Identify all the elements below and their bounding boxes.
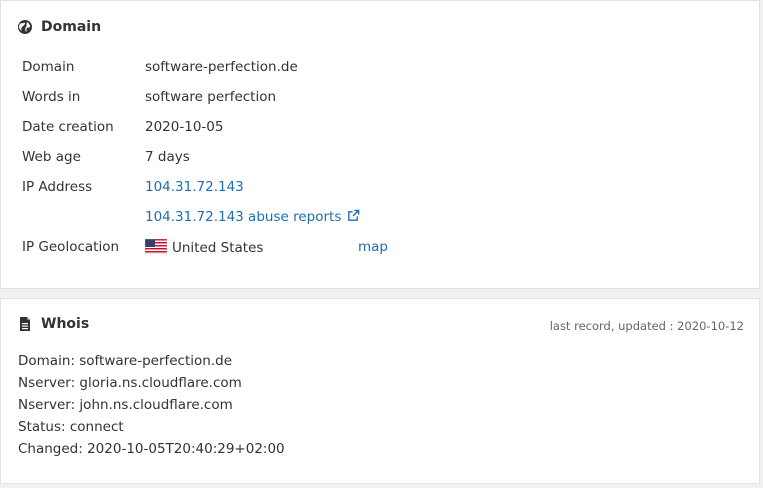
info-row-domain: Domain software-perfection.de <box>22 59 722 89</box>
whois-updated-text: last record, updated : 2020-10-12 <box>549 319 744 333</box>
geolocation-country: United States <box>172 240 264 256</box>
map-link[interactable]: map <box>358 239 388 255</box>
info-row-geolocation: IP Geolocation United States map <box>22 239 722 269</box>
us-flag-icon <box>145 239 167 254</box>
whois-panel-header: Whois <box>17 316 89 332</box>
document-icon <box>17 316 33 332</box>
info-row-web-age: Web age 7 days <box>22 149 722 179</box>
domain-panel-header: Domain <box>17 19 101 35</box>
words-value: software perfection <box>145 89 277 105</box>
whois-line-domain: Domain: software-perfection.de <box>18 353 233 369</box>
whois-panel-title: Whois <box>41 316 90 332</box>
geolocation-value-wrap: United States <box>145 239 263 256</box>
info-row-ip-address: IP Address 104.31.72.143 <box>22 179 722 209</box>
words-label: Words in <box>22 89 81 105</box>
date-creation-label: Date creation <box>22 119 114 135</box>
domain-value: software-perfection.de <box>145 59 298 75</box>
whois-record: Domain: software-perfection.de Nserver: … <box>18 353 285 463</box>
domain-label: Domain <box>22 59 75 75</box>
ip-address-link[interactable]: 104.31.72.143 <box>145 179 244 195</box>
domain-info-table: Domain software-perfection.de Words in s… <box>22 59 722 269</box>
info-row-words: Words in software perfection <box>22 89 722 119</box>
whois-line-nserver-1: Nserver: gloria.ns.cloudflare.com <box>18 375 242 391</box>
external-link-icon[interactable] <box>347 209 360 222</box>
date-creation-value: 2020-10-05 <box>145 119 224 135</box>
info-row-date-creation: Date creation 2020-10-05 <box>22 119 722 149</box>
domain-panel: Domain Domain software-perfection.de Wor… <box>0 0 760 289</box>
whois-line-status: Status: connect <box>18 419 124 435</box>
abuse-reports-link[interactable]: 104.31.72.143 abuse reports <box>145 209 341 225</box>
whois-line-changed: Changed: 2020-10-05T20:40:29+02:00 <box>18 441 285 457</box>
info-row-abuse: 104.31.72.143 abuse reports <box>22 209 722 239</box>
globe-icon <box>17 19 33 35</box>
geolocation-label: IP Geolocation <box>22 239 120 255</box>
abuse-reports-wrap: 104.31.72.143 abuse reports <box>145 209 360 225</box>
ip-address-label: IP Address <box>22 179 93 195</box>
web-age-label: Web age <box>22 149 81 165</box>
whois-panel: Whois last record, updated : 2020-10-12 … <box>0 298 760 484</box>
web-age-value: 7 days <box>145 149 190 165</box>
whois-line-nserver-2: Nserver: john.ns.cloudflare.com <box>18 397 233 413</box>
domain-panel-title: Domain <box>41 19 102 35</box>
